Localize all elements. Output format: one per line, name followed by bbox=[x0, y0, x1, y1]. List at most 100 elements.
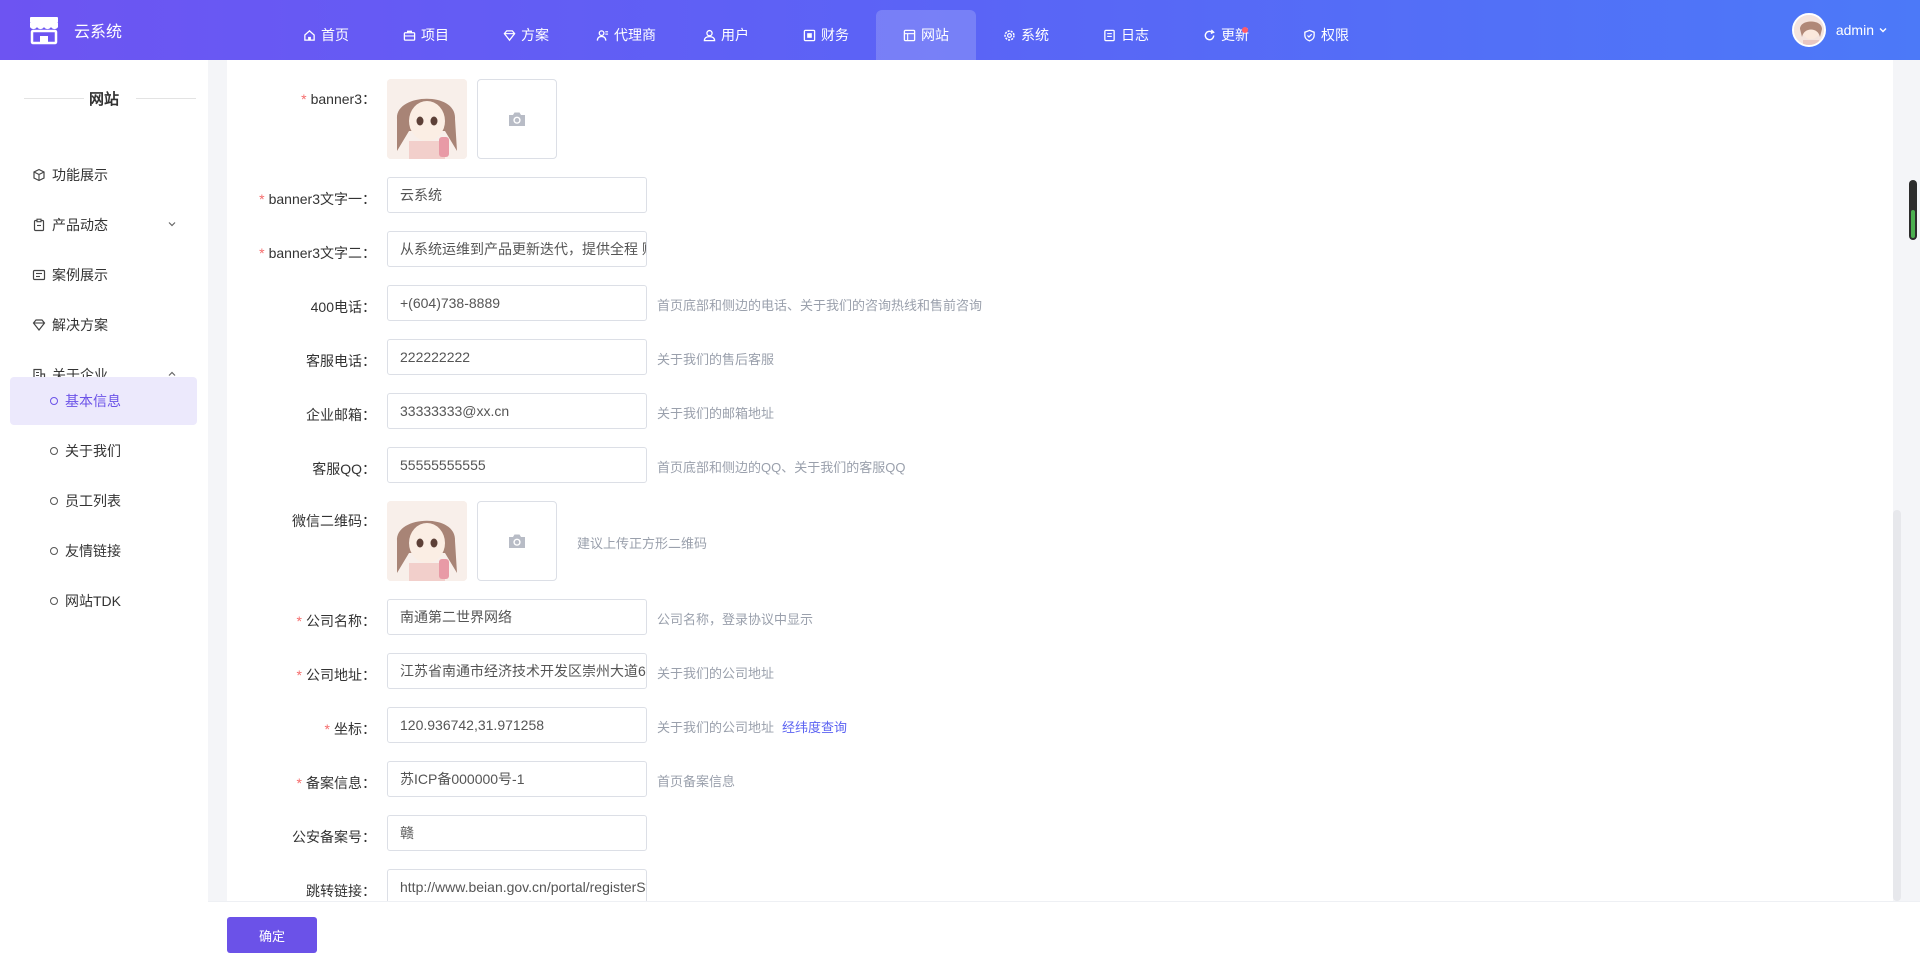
form-row-police-record: 公安备案号： 赣 bbox=[227, 815, 1893, 855]
nav-label: 代理商 bbox=[614, 27, 656, 43]
sidebar-sub-website-tdk[interactable]: 网站TDK bbox=[10, 577, 197, 625]
sidebar-sub-friend-links[interactable]: 友情链接 bbox=[10, 527, 197, 575]
form-row-banner3-text1: * banner3文字一： 云系统 bbox=[227, 177, 1893, 217]
content-scrollbar[interactable] bbox=[1893, 510, 1901, 901]
nav-logs[interactable]: 日志 bbox=[1076, 10, 1176, 60]
banner3-text2-input[interactable]: 从系统运维到产品更新迭代，提供全程 贴 bbox=[387, 231, 647, 267]
top-navbar: 云系统 首页 项目 方案 代理商 用户 财务 网站 系统 日志 更新 权限 ad… bbox=[0, 0, 1920, 60]
icp-input[interactable]: 苏ICP备000000号-1 bbox=[387, 761, 647, 797]
field-label: * 公司名称： bbox=[296, 613, 376, 629]
diamond-icon bbox=[32, 319, 46, 331]
police-record-input[interactable]: 赣 bbox=[387, 815, 647, 851]
form-row-banner3: * banner3： bbox=[227, 79, 1893, 161]
confirm-button[interactable]: 确定 bbox=[227, 917, 317, 953]
field-hint: 关于我们的邮箱地址 bbox=[657, 406, 775, 421]
qq-input[interactable]: 55555555555 bbox=[387, 447, 647, 483]
coordinates-input[interactable]: 120.936742,31.971258 bbox=[387, 707, 647, 743]
users-icon bbox=[703, 29, 716, 41]
field-label: 跳转链接： bbox=[306, 883, 376, 899]
nav-label: 方案 bbox=[521, 27, 549, 43]
nav-updates[interactable]: 更新 bbox=[1176, 10, 1276, 60]
field-hint: 首页底部和侧边的QQ、关于我们的客服QQ bbox=[657, 460, 906, 475]
sidebar-sub-label: 员工列表 bbox=[65, 493, 121, 509]
nav-solutions[interactable]: 方案 bbox=[476, 10, 576, 60]
sidebar-item-label: 解决方案 bbox=[52, 317, 108, 333]
bullet-icon bbox=[50, 597, 58, 605]
jump-link-input[interactable]: http://www.beian.gov.cn/portal/registerS… bbox=[387, 869, 647, 901]
sidebar-item-cases[interactable]: 案例展示 bbox=[10, 251, 197, 299]
field-hint: 首页底部和侧边的电话、关于我们的咨询热线和售前咨询 bbox=[657, 298, 983, 313]
sidebar-item-product-news[interactable]: 产品动态 bbox=[10, 201, 197, 249]
nav-website[interactable]: 网站 bbox=[876, 10, 976, 60]
form-row-jump-link: 跳转链接： http://www.beian.gov.cn/portal/reg… bbox=[227, 869, 1893, 901]
sidebar-title: 网站 bbox=[0, 60, 208, 136]
sidebar-sub-about-us[interactable]: 关于我们 bbox=[10, 427, 197, 475]
diamond-icon bbox=[503, 29, 516, 41]
sidebar-item-solutions[interactable]: 解决方案 bbox=[10, 301, 197, 349]
camera-icon bbox=[509, 112, 525, 126]
nav-projects[interactable]: 项目 bbox=[376, 10, 476, 60]
form-row-phone400: 400电话： +(604)738-8889 首页底部和侧边的电话、关于我们的咨询… bbox=[227, 285, 1893, 325]
store-logo-icon bbox=[30, 17, 58, 45]
form-action-bar: 确定 bbox=[208, 901, 1920, 969]
bullet-icon bbox=[50, 547, 58, 555]
nav-agents[interactable]: 代理商 bbox=[576, 10, 676, 60]
nav-system[interactable]: 系统 bbox=[976, 10, 1076, 60]
user-menu[interactable]: admin bbox=[1791, 0, 1888, 60]
form-row-company-name: * 公司名称： 南通第二世界网络 公司名称，登录协议中显示 bbox=[227, 599, 1893, 639]
app-name: 云系统 bbox=[74, 24, 123, 41]
website-icon bbox=[903, 29, 916, 41]
form-row-coordinates: * 坐标： 120.936742,31.971258 关于我们的公司地址 经纬度查询 bbox=[227, 707, 1893, 747]
sidebar-sub-label: 基本信息 bbox=[65, 393, 121, 409]
form-row-banner3-text2: * banner3文字二： 从系统运维到产品更新迭代，提供全程 贴 bbox=[227, 231, 1893, 271]
field-hint: 建议上传正方形二维码 bbox=[577, 536, 708, 551]
nav-label: 财务 bbox=[821, 27, 849, 43]
home-icon bbox=[304, 29, 315, 41]
bullet-icon bbox=[50, 447, 58, 455]
company-address-input[interactable]: 江苏省南通市经济技术开发区崇州大道60号 bbox=[387, 653, 647, 689]
sidebar-item-features[interactable]: 功能展示 bbox=[10, 151, 197, 199]
banner3-image-preview[interactable] bbox=[387, 79, 467, 159]
chevron-down-icon bbox=[168, 222, 176, 227]
nav-home[interactable]: 首页 bbox=[276, 10, 376, 60]
field-label: 企业邮箱： bbox=[306, 407, 376, 423]
wechat-qr-image-preview[interactable] bbox=[387, 501, 467, 581]
user-name: admin bbox=[1835, 22, 1874, 38]
brand[interactable]: 云系统 bbox=[28, 0, 122, 60]
chevron-down-icon bbox=[1879, 28, 1887, 33]
banner3-upload-button[interactable] bbox=[477, 79, 557, 159]
field-hint: 关于我们的售后客服 bbox=[657, 352, 775, 367]
page-scrollbar-indicator bbox=[1911, 210, 1915, 238]
nav-finance[interactable]: 财务 bbox=[776, 10, 876, 60]
nav-permissions[interactable]: 权限 bbox=[1276, 10, 1376, 60]
form-row-qq: 客服QQ： 55555555555 首页底部和侧边的QQ、关于我们的客服QQ bbox=[227, 447, 1893, 487]
form-row-company-address: * 公司地址： 江苏省南通市经济技术开发区崇州大道60号 关于我们的公司地址 bbox=[227, 653, 1893, 693]
nav-label: 首页 bbox=[321, 27, 349, 43]
field-label: 400电话： bbox=[310, 299, 376, 315]
field-hint: 首页备案信息 bbox=[657, 774, 736, 789]
service-phone-input[interactable]: 222222222 bbox=[387, 339, 647, 375]
sidebar-sub-staff-list[interactable]: 员工列表 bbox=[10, 477, 197, 525]
gear-icon bbox=[1004, 29, 1015, 41]
coordinate-lookup-link[interactable]: 经纬度查询 bbox=[782, 720, 847, 735]
sidebar-item-label: 功能展示 bbox=[52, 167, 108, 183]
nav-users[interactable]: 用户 bbox=[676, 10, 776, 60]
briefcase-icon bbox=[403, 30, 416, 41]
form-row-wechat-qr: 微信二维码： 建议上传正方形二维码 bbox=[227, 501, 1893, 583]
sidebar-sub-basic-info[interactable]: 基本信息 bbox=[10, 377, 197, 425]
sidebar: 网站 功能展示 产品动态 案例展示 解决方案 关于企业 基本信息 关于我们 员工… bbox=[0, 60, 208, 969]
nav-label: 网站 bbox=[921, 27, 949, 43]
cube-icon bbox=[33, 168, 45, 182]
field-label: 公安备案号： bbox=[292, 829, 376, 845]
company-name-input[interactable]: 南通第二世界网络 bbox=[387, 599, 647, 635]
phone400-input[interactable]: +(604)738-8889 bbox=[387, 285, 647, 321]
field-label: * banner3文字一： bbox=[259, 191, 376, 207]
wechat-qr-upload-button[interactable] bbox=[477, 501, 557, 581]
field-hint: 公司名称，登录协议中显示 bbox=[657, 612, 814, 627]
update-badge-dot bbox=[1242, 27, 1248, 33]
field-hint: 关于我们的公司地址 bbox=[657, 666, 775, 681]
camera-icon bbox=[509, 534, 525, 548]
email-input[interactable]: 33333333@xx.cn bbox=[387, 393, 647, 429]
banner3-text1-input[interactable]: 云系统 bbox=[387, 177, 647, 213]
refresh-icon bbox=[1204, 28, 1215, 40]
